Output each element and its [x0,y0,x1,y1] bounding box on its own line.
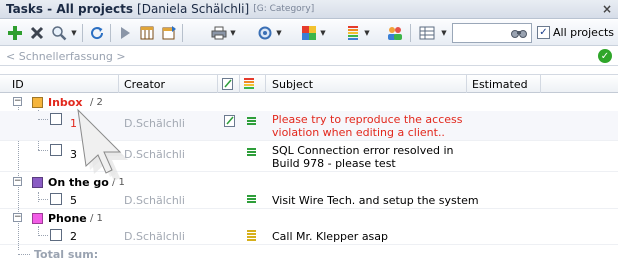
all-projects-checkbox[interactable]: ✓ [537,26,550,39]
close-button[interactable]: × [602,2,612,16]
add-task-button[interactable] [6,24,24,42]
priority-yellow-icon [247,230,256,241]
all-projects-label: All projects [553,26,615,39]
print-button[interactable] [210,24,228,42]
priority-green-icon [247,195,256,204]
column-divider [118,75,119,93]
category-color-swatch [32,177,43,188]
group-name: Phone [48,212,87,225]
delete-task-button[interactable] [28,24,46,42]
collapse-toggle[interactable]: − [13,177,22,186]
binoculars-icon[interactable] [510,25,528,41]
collapse-toggle[interactable]: − [13,213,22,222]
column-divider [239,75,240,93]
toolbar: ▼ ▼ ▼ ▼ ▼ ▼ ✓ All projects [0,20,618,46]
chevron-down-icon[interactable]: ▼ [319,28,327,38]
users-icon [388,27,402,40]
task-complete-checkbox[interactable] [50,229,62,241]
magnifier-icon [52,26,67,41]
printer-icon [211,26,227,40]
window-title: Tasks - All projects [6,2,134,16]
view-layout-button[interactable] [418,24,436,42]
priority-bars-icon [348,26,358,40]
column-divider [540,75,541,93]
window-titlebar: Tasks - All projects [Daniela Schälchli]… [0,0,618,19]
category-color-swatch [32,97,43,108]
tree-line [38,199,48,200]
priority-green-icon [247,117,256,126]
group-row-phone[interactable]: − Phone / 1 [0,210,618,227]
tree-line [18,254,30,255]
task-complete-checkbox[interactable] [50,144,62,156]
collapse-toggle[interactable]: − [13,97,22,106]
task-complete-checkbox[interactable] [50,193,62,205]
chevron-down-icon[interactable]: ▼ [70,28,78,38]
grid-layout-icon [419,26,435,40]
calendar-button[interactable] [256,24,274,42]
refresh-icon [91,27,104,40]
window-category: [G: Category] [253,4,315,14]
refresh-button[interactable] [88,24,106,42]
total-sum-label: Total sum: [34,248,99,261]
note-column-icon[interactable] [222,78,234,90]
export-button[interactable] [160,24,178,42]
task-subject[interactable]: Visit Wire Tech. and setup the system [272,194,479,207]
task-creator: D.Schälchli [124,230,185,243]
toolbar-separator [182,24,183,42]
task-complete-checkbox[interactable] [50,113,62,125]
category-color-swatch [32,213,43,224]
table-row[interactable]: 5 D.Schälchli Visit Wire Tech. and setup… [0,191,618,209]
chevron-down-icon[interactable]: ▼ [440,28,448,38]
task-subject[interactable]: Please try to reproduce the access viola… [272,113,467,139]
group-count: / 1 [90,213,103,224]
toolbar-separator [110,24,111,42]
chevron-down-icon[interactable]: ▼ [229,28,237,38]
mouse-cursor-icon [72,100,152,190]
column-header-subject[interactable]: Subject [272,78,313,91]
gear-calendar-icon [258,26,272,40]
table-row[interactable]: 2 D.Schälchli Call Mr. Klepper asap [0,227,618,245]
play-icon [121,27,130,39]
column-header-creator[interactable]: Creator [124,78,165,91]
priority-column-icon[interactable] [244,78,254,90]
quick-entry-bar[interactable]: < Schnellerfassung > ✓ [0,47,618,66]
chevron-down-icon[interactable]: ▼ [363,28,371,38]
column-header-id[interactable]: ID [12,78,24,91]
task-subject[interactable]: SQL Connection error resolved in Build 9… [272,144,467,170]
play-button[interactable] [116,24,134,42]
confirm-check-icon[interactable]: ✓ [598,49,612,63]
chevron-down-icon[interactable]: ▼ [275,28,283,38]
export-table-icon [162,26,176,40]
category-color-button[interactable] [300,24,318,42]
toolbar-separator [410,24,411,42]
column-header-estimated[interactable]: Estimated [472,78,528,91]
note-icon[interactable] [224,115,236,127]
task-id: 2 [70,230,77,243]
column-divider [466,75,467,93]
tree-line [38,150,48,151]
window-user: [Daniela Schälchli] [137,2,250,16]
column-chooser-button[interactable] [138,24,156,42]
priority-green-icon [247,148,256,157]
column-divider [217,75,218,93]
column-divider [265,75,266,93]
grid-header: ID Creator Subject Estimated [0,74,618,93]
task-id: 5 [70,194,77,207]
priority-button[interactable] [344,24,362,42]
quick-entry-placeholder[interactable]: < Schnellerfassung > [6,50,126,63]
toolbar-separator [82,24,83,42]
tree-line [38,235,48,236]
plus-icon [8,26,22,40]
delete-x-icon [30,26,44,40]
color-grid-icon [302,26,316,40]
tree-line [38,119,48,120]
columns-icon [140,26,154,40]
preview-button[interactable] [50,24,68,42]
task-subject[interactable]: Call Mr. Klepper asap [272,230,388,243]
task-creator: D.Schälchli [124,194,185,207]
users-button[interactable] [386,24,404,42]
